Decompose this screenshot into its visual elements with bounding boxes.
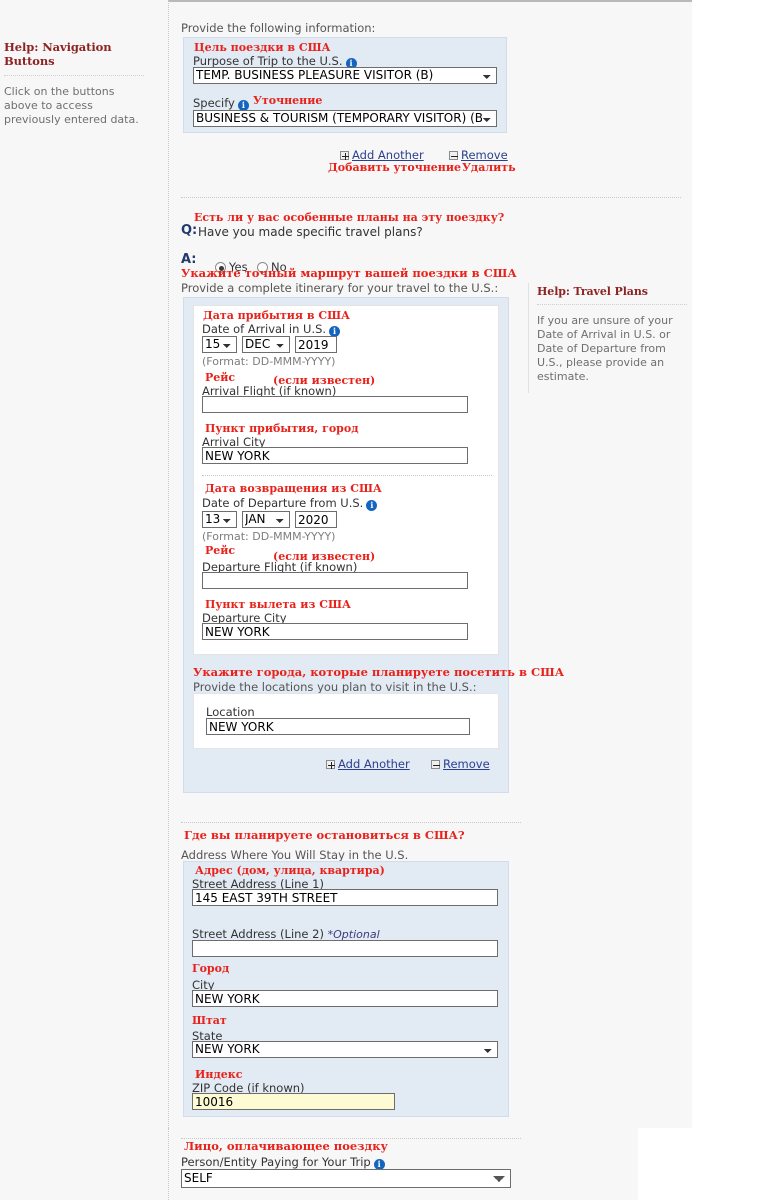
minus-icon [449, 151, 458, 160]
arrival-city-label-ru: Пункт прибытия, город [205, 422, 359, 435]
arrival-month-select[interactable]: DEC [242, 336, 290, 353]
question-prefix: Q: [181, 223, 198, 238]
arrival-date-label-ru: Дата прибытия в США [203, 309, 351, 322]
minus-icon [431, 760, 440, 769]
street-line1-input[interactable] [192, 889, 498, 906]
left-help-body: Click on the buttons above to access pre… [4, 85, 139, 126]
departure-date-label: Date of Departure from U.S. [202, 496, 364, 510]
arrival-flight-label-ru: Рейс [205, 371, 236, 384]
arrival-date-format-hint: (Format: DD-MMM-YYYY) [202, 355, 336, 368]
specify-label-ru: Уточнение [253, 94, 323, 107]
locations-label: Provide the locations you plan to visit … [193, 680, 477, 694]
left-help-title: Help: Navigation Buttons [4, 40, 144, 76]
zip-label-ru: Индекс [195, 1068, 243, 1081]
arrival-date-label: Date of Arrival in U.S. [202, 322, 327, 336]
departure-year-input[interactable] [295, 511, 337, 528]
street-line2-input[interactable] [192, 940, 498, 957]
right-help-divider [528, 283, 529, 393]
info-icon[interactable]: i [366, 500, 378, 511]
payer-label: Person/Entity Paying for Your Trip [181, 1155, 371, 1169]
departure-flight-label-ru: Рейс [205, 544, 236, 557]
street-line1-label-ru: Адрес (дом, улица, квартира) [195, 864, 385, 877]
travel-plans-question: Have you made specific travel plans? [198, 225, 423, 239]
stay-address-heading: Address Where You Will Stay in the U.S. [181, 848, 409, 862]
location-add-another-link[interactable]: Add Another [326, 753, 410, 772]
state-select[interactable]: NEW YORK [192, 1041, 498, 1058]
zip-input[interactable] [192, 1093, 395, 1110]
arrival-city-input[interactable] [202, 447, 468, 464]
stay-address-heading-ru: Где вы планируете остановиться в США? [184, 829, 469, 842]
purpose-remove-ru: Удалить [462, 161, 516, 174]
departure-date-label-row: Date of Departure from U.S. i [202, 496, 378, 511]
section-divider-1 [181, 197, 681, 198]
location-label: Location [206, 705, 255, 719]
navigation-buttons-help: Help: Navigation Buttons Click on the bu… [4, 40, 144, 127]
itinerary-label: Provide a complete itinerary for your tr… [181, 281, 499, 295]
purpose-add-another-label: Add Another [352, 148, 424, 162]
payer-select[interactable]: SELF [181, 1169, 511, 1188]
plus-icon [340, 151, 349, 160]
purpose-of-trip-select[interactable]: TEMP. BUSINESS PLEASURE VISITOR (B) [193, 67, 497, 84]
arrival-day-select[interactable]: 15 [202, 336, 237, 353]
arrival-year-input[interactable] [295, 336, 337, 353]
purpose-add-another-ru: Добавить уточнение [328, 161, 461, 174]
travel-plans-help: Help: Travel Plans If you are unsure of … [537, 285, 687, 384]
locations-label-ru: Укажите города, которые планируете посет… [193, 665, 565, 679]
departure-date-format-hint: (Format: DD-MMM-YYYY) [202, 530, 336, 543]
answer-prefix: A: [181, 252, 197, 267]
city-input[interactable] [192, 990, 498, 1007]
specify-select[interactable]: BUSINESS & TOURISM (TEMPORARY VISITOR) (… [193, 110, 497, 127]
departure-month-select[interactable]: JAN [242, 511, 290, 528]
location-add-another-label: Add Another [338, 757, 410, 771]
itinerary-label-ru: Укажите точный маршрут вашей поездки в С… [181, 266, 517, 280]
visa-application-page: Help: Navigation Buttons Click on the bu… [0, 0, 766, 1200]
plus-icon [326, 760, 335, 769]
purpose-remove-label: Remove [461, 148, 508, 162]
payer-label-row: Person/Entity Paying for Your Trip i [181, 1155, 385, 1170]
city-label-ru: Город [192, 962, 230, 975]
section-divider-2 [181, 822, 521, 823]
location-remove-label: Remove [443, 757, 490, 771]
location-input[interactable] [206, 718, 470, 735]
departure-date-label-ru: Дата возвращения из США [205, 482, 382, 495]
departure-flight-input[interactable] [202, 572, 468, 589]
right-help-body: If you are unsure of your Date of Arriva… [537, 314, 673, 383]
left-help-column: Help: Navigation Buttons Click on the bu… [0, 0, 168, 1200]
specify-label-row: Specify i [193, 96, 249, 111]
location-remove-link[interactable]: Remove [431, 753, 490, 772]
departure-city-input[interactable] [202, 623, 468, 640]
travel-plans-question-ru: Есть ли у вас особенные планы на эту пое… [194, 211, 505, 224]
purpose-label: Purpose of Trip to the U.S. [193, 54, 343, 68]
payer-heading-ru: Лицо, оплачивающее поездку [184, 1140, 392, 1153]
itinerary-inner-divider [202, 475, 492, 476]
purpose-label-ru: Цель поездки в США [194, 41, 331, 54]
arrival-date-label-row: Date of Arrival in U.S. i [202, 322, 341, 337]
arrival-flight-input[interactable] [202, 396, 468, 413]
specify-label: Specify [193, 96, 235, 110]
form-intro-text: Provide the following information: [181, 21, 376, 35]
right-help-title: Help: Travel Plans [537, 285, 687, 305]
departure-city-label-ru: Пункт вылета из США [205, 598, 351, 611]
street-line2-label: Street Address (Line 2) [192, 927, 324, 941]
state-label-ru: Штат [192, 1014, 227, 1027]
departure-day-select[interactable]: 13 [202, 511, 237, 528]
